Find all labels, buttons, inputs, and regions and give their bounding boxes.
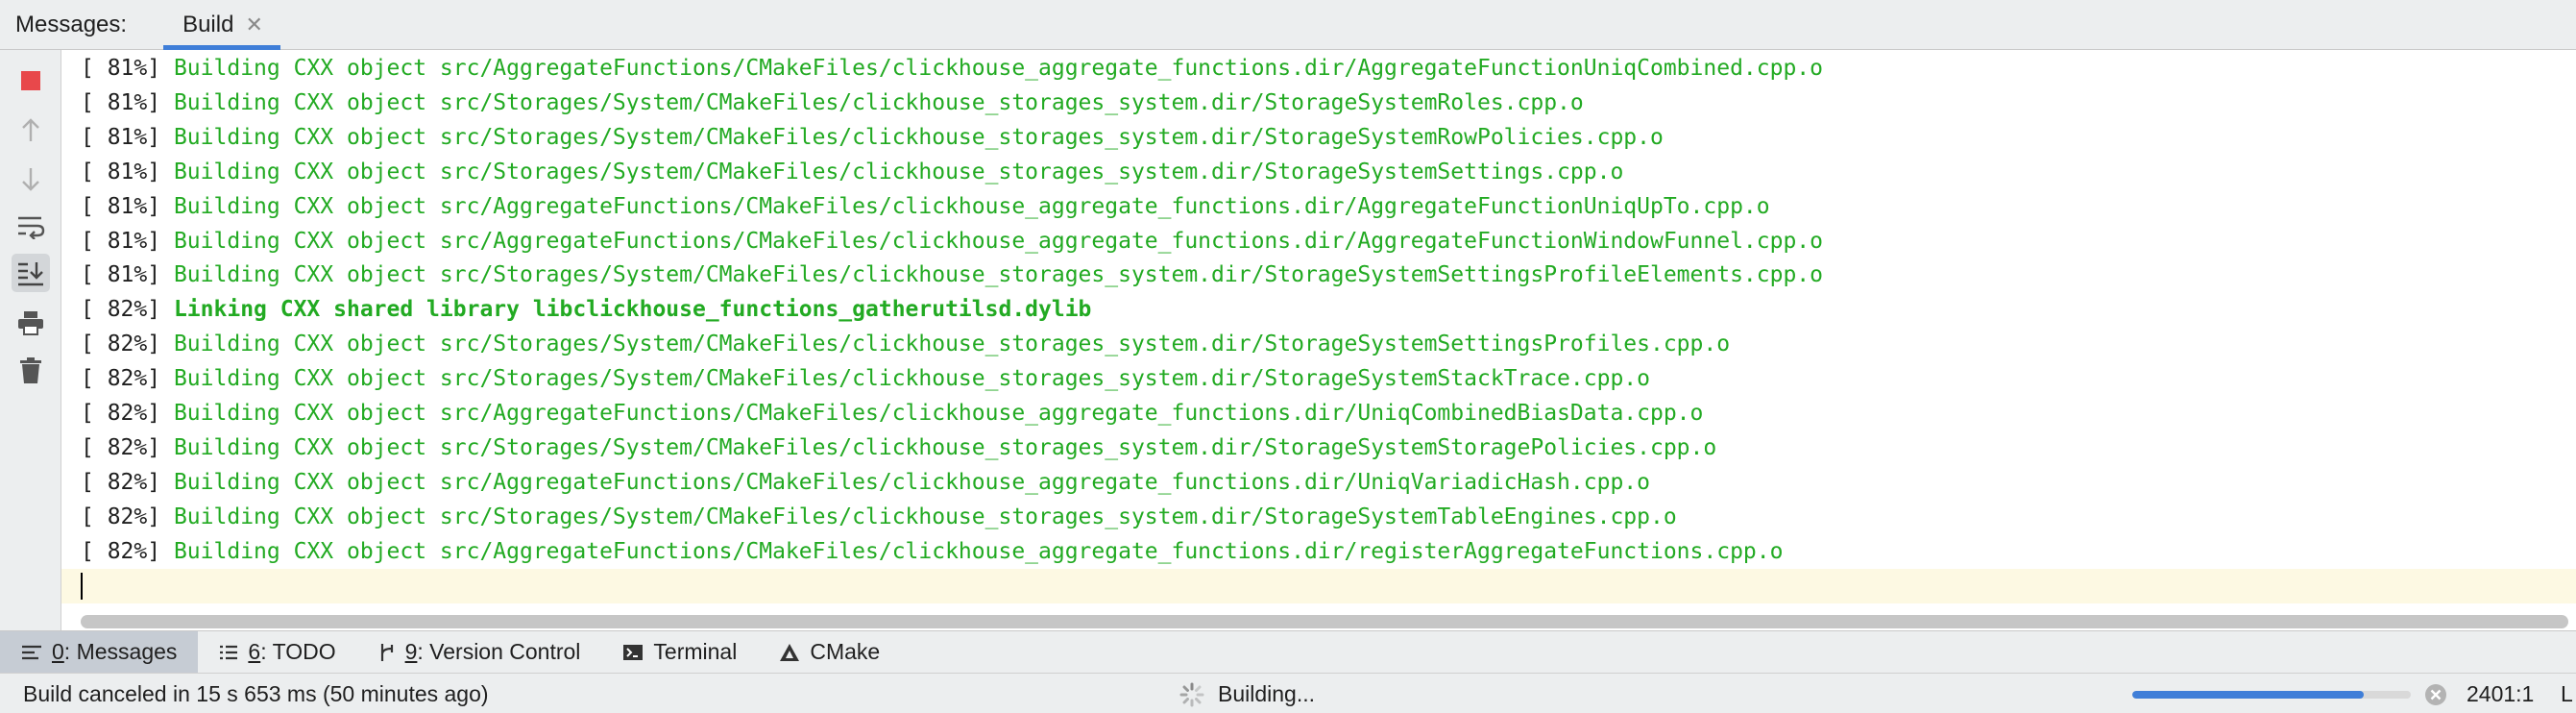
cancel-task-icon[interactable] xyxy=(2424,683,2447,706)
log-line: [ 82%] Linking CXX shared library libcli… xyxy=(81,292,1091,327)
arrow-up-icon xyxy=(22,118,39,141)
tab-build-label: Build xyxy=(182,11,234,37)
current-line[interactable] xyxy=(61,569,2576,603)
tool-window-terminal[interactable]: Terminal xyxy=(601,631,758,674)
line-separator[interactable]: L xyxy=(2561,681,2573,707)
log-line-message: Building CXX object src/AggregateFunctio… xyxy=(173,56,1824,81)
log-line-progress: [ 81%] xyxy=(81,228,161,254)
log-line: [ 81%] Building CXX object src/Aggregate… xyxy=(81,51,1823,86)
log-line-message: Building CXX object src/AggregateFunctio… xyxy=(173,538,1784,564)
log-line-message: Building CXX object src/Storages/System/… xyxy=(173,504,1677,529)
log-line-message: Building CXX object src/Storages/System/… xyxy=(173,332,1731,357)
terminal-icon xyxy=(622,644,644,661)
tool-window-messages[interactable]: 0: Messages xyxy=(0,630,199,674)
log-line: [ 81%] Building CXX object src/Aggregate… xyxy=(81,224,1823,258)
log-line: [ 82%] Building CXX object src/Aggregate… xyxy=(81,465,1650,500)
log-line-progress: [ 81%] xyxy=(81,124,161,150)
clear-all-button[interactable] xyxy=(12,352,50,390)
log-line-progress: [ 82%] xyxy=(81,538,161,564)
log-line-message: Building CXX object src/Storages/System/… xyxy=(173,262,1824,288)
status-message[interactable]: Build canceled in 15 s 653 ms (50 minute… xyxy=(23,681,489,707)
log-line-progress: [ 81%] xyxy=(81,89,161,115)
log-line-progress: [ 82%] xyxy=(81,401,161,426)
log-line-progress: [ 82%] xyxy=(81,366,161,392)
build-progress-fill xyxy=(2132,691,2364,699)
log-line: [ 82%] Building CXX object src/Aggregate… xyxy=(81,396,1703,430)
log-line: [ 82%] Building CXX object src/Storages/… xyxy=(81,361,1650,396)
messages-label: Messages: xyxy=(15,11,128,37)
build-console[interactable]: [ 81%] Building CXX object src/Aggregate… xyxy=(61,50,2576,630)
text-caret xyxy=(81,573,83,600)
task-label: Building... xyxy=(1218,681,1316,706)
log-line-message: Building CXX object src/AggregateFunctio… xyxy=(173,193,1770,219)
tab-build[interactable]: Build ✕ xyxy=(163,0,280,50)
trash-icon xyxy=(20,357,41,383)
log-line: [ 82%] Building CXX object src/Storages/… xyxy=(81,327,1730,361)
scroll-to-end-icon xyxy=(18,262,43,286)
log-line: [ 82%] Building CXX object src/Aggregate… xyxy=(81,534,1783,569)
log-line-message: Building CXX object src/AggregateFunctio… xyxy=(173,401,1704,426)
log-line-progress: [ 81%] xyxy=(81,159,161,184)
tool-window-bar: 0: Messages 6: TODO 9: Version Control Term… xyxy=(0,630,2576,674)
messages-icon xyxy=(21,645,42,660)
log-line-message: Building CXX object src/Storages/System/… xyxy=(173,89,1584,115)
log-line-progress: [ 82%] xyxy=(81,434,161,460)
log-line-progress: [ 81%] xyxy=(81,56,161,81)
vcs-branch-icon xyxy=(378,643,396,662)
print-icon xyxy=(18,311,43,335)
tool-window-shortcut: 9 xyxy=(404,639,418,664)
previous-message-button[interactable] xyxy=(12,111,50,150)
caret-position[interactable]: 2401:1 xyxy=(2467,681,2534,707)
status-bar: Build canceled in 15 s 653 ms (50 minute… xyxy=(0,673,2576,713)
tool-window-shortcut: 6 xyxy=(248,639,261,664)
log-line-message: Building CXX object src/AggregateFunctio… xyxy=(173,469,1650,495)
tool-window-cmake-triangle[interactable]: CMake xyxy=(758,631,901,674)
log-line-message: Building CXX object src/Storages/System/… xyxy=(173,366,1650,392)
log-line: [ 81%] Building CXX object src/Storages/… xyxy=(81,120,1664,155)
tool-window-vcs-branch[interactable]: 9: Version Control xyxy=(357,631,602,674)
tool-window-list[interactable]: 6: TODO xyxy=(198,631,356,674)
messages-tabbar: Messages: Build ✕ xyxy=(0,0,2576,50)
close-icon[interactable]: ✕ xyxy=(245,13,262,36)
soft-wrap-button[interactable] xyxy=(12,208,50,246)
list-icon xyxy=(219,645,238,660)
log-line-message: Building CXX object src/Storages/System/… xyxy=(173,159,1624,184)
log-line: [ 81%] Building CXX object src/Storages/… xyxy=(81,258,1823,292)
log-line-progress: [ 81%] xyxy=(81,262,161,288)
next-message-button[interactable] xyxy=(12,160,50,198)
log-line-progress: [ 81%] xyxy=(81,193,161,219)
log-line: [ 82%] Building CXX object src/Storages/… xyxy=(81,500,1677,534)
console-toolbar xyxy=(0,50,61,630)
log-line-message: Building CXX object src/AggregateFunctio… xyxy=(173,228,1824,254)
log-line-progress: [ 82%] xyxy=(81,504,161,529)
tool-window-label: : Version Control xyxy=(417,639,581,664)
log-line: [ 81%] Building CXX object src/Storages/… xyxy=(81,155,1623,189)
background-task[interactable]: Building... xyxy=(1179,681,1315,707)
log-line-message: Building CXX object src/Storages/System/… xyxy=(173,434,1717,460)
tool-window-label: : Messages xyxy=(63,639,178,664)
log-line: [ 82%] Building CXX object src/Storages/… xyxy=(81,430,1716,465)
stop-icon xyxy=(21,71,40,90)
build-progress-bar xyxy=(2132,691,2411,699)
spinner-icon xyxy=(1179,682,1204,706)
tool-window-label: CMake xyxy=(810,639,881,664)
log-line: [ 81%] Building CXX object src/Aggregate… xyxy=(81,189,1770,224)
tool-window-label: Terminal xyxy=(653,639,738,664)
soft-wrap-icon xyxy=(18,216,45,239)
tool-window-shortcut: 0 xyxy=(52,639,64,664)
log-line-progress: [ 82%] xyxy=(81,469,161,495)
arrow-down-icon xyxy=(22,168,39,191)
log-line-message: Building CXX object src/Storages/System/… xyxy=(173,124,1664,150)
scroll-to-end-button[interactable] xyxy=(12,254,50,292)
log-line-message: Linking CXX shared library libclickhouse… xyxy=(173,297,1092,323)
stop-button[interactable] xyxy=(12,61,50,100)
log-line-progress: [ 82%] xyxy=(81,297,161,323)
log-line: [ 81%] Building CXX object src/Storages/… xyxy=(81,86,1584,120)
tool-window-label: : TODO xyxy=(260,639,336,664)
cmake-triangle-icon xyxy=(779,643,800,662)
log-line-progress: [ 82%] xyxy=(81,332,161,357)
print-button[interactable] xyxy=(12,304,50,342)
horizontal-scrollbar[interactable] xyxy=(81,615,2568,628)
